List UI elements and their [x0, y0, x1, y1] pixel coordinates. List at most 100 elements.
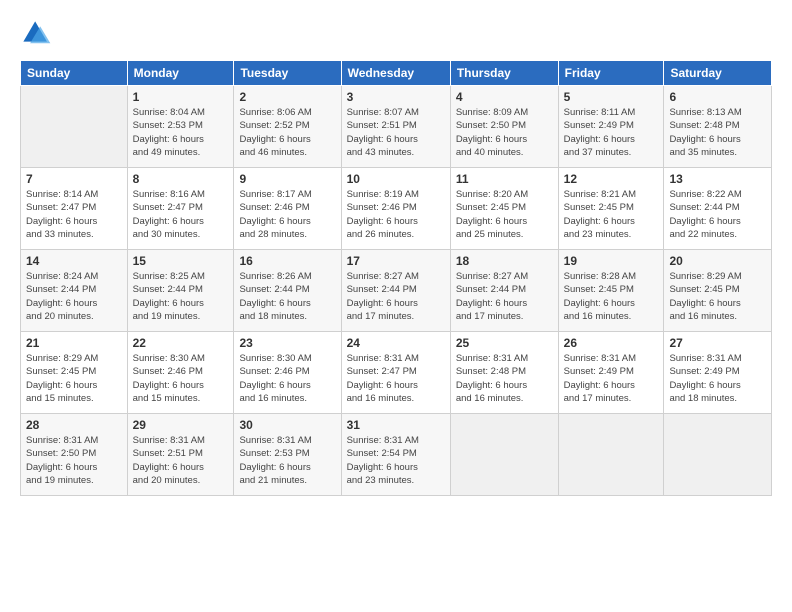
day-detail: Sunrise: 8:17 AMSunset: 2:46 PMDaylight:… [239, 188, 335, 241]
day-detail: Sunrise: 8:31 AMSunset: 2:49 PMDaylight:… [564, 352, 659, 405]
week-row-4: 21Sunrise: 8:29 AMSunset: 2:45 PMDayligh… [21, 332, 772, 414]
day-number: 30 [239, 418, 335, 432]
day-number: 18 [456, 254, 553, 268]
day-number: 6 [669, 90, 766, 104]
calendar-header: SundayMondayTuesdayWednesdayThursdayFrid… [21, 61, 772, 86]
day-number: 14 [26, 254, 122, 268]
calendar-cell: 16 Sunrise: 8:26 AMSunset: 2:44 PMDayligh… [234, 250, 341, 332]
day-detail: Sunrise: 8:26 AMSunset: 2:44 PMDaylight:… [239, 270, 335, 323]
week-row-1: 1 Sunrise: 8:04 AMSunset: 2:53 PMDaylight… [21, 86, 772, 168]
weekday-header-saturday: Saturday [664, 61, 772, 86]
day-number: 25 [456, 336, 553, 350]
day-detail: Sunrise: 8:29 AMSunset: 2:45 PMDaylight:… [669, 270, 766, 323]
day-detail: Sunrise: 8:07 AMSunset: 2:51 PMDaylight:… [347, 106, 445, 159]
calendar-cell: 19 Sunrise: 8:28 AMSunset: 2:45 PMDayligh… [558, 250, 664, 332]
day-number: 29 [133, 418, 229, 432]
calendar-table: SundayMondayTuesdayWednesdayThursdayFrid… [20, 60, 772, 496]
calendar-cell: 15 Sunrise: 8:25 AMSunset: 2:44 PMDayligh… [127, 250, 234, 332]
calendar-body: 1 Sunrise: 8:04 AMSunset: 2:53 PMDaylight… [21, 86, 772, 496]
day-number: 11 [456, 172, 553, 186]
calendar-cell: 1 Sunrise: 8:04 AMSunset: 2:53 PMDaylight… [127, 86, 234, 168]
day-detail: Sunrise: 8:28 AMSunset: 2:45 PMDaylight:… [564, 270, 659, 323]
day-number: 8 [133, 172, 229, 186]
weekday-header-thursday: Thursday [450, 61, 558, 86]
day-number: 2 [239, 90, 335, 104]
weekday-header-tuesday: Tuesday [234, 61, 341, 86]
day-number: 3 [347, 90, 445, 104]
calendar-cell: 6 Sunrise: 8:13 AMSunset: 2:48 PMDaylight… [664, 86, 772, 168]
day-detail: Sunrise: 8:31 AMSunset: 2:53 PMDaylight:… [239, 434, 335, 487]
day-number: 16 [239, 254, 335, 268]
day-detail: Sunrise: 8:20 AMSunset: 2:45 PMDaylight:… [456, 188, 553, 241]
day-detail: Sunrise: 8:30 AMSunset: 2:46 PMDaylight:… [239, 352, 335, 405]
day-detail: Sunrise: 8:31 AMSunset: 2:50 PMDaylight:… [26, 434, 122, 487]
calendar-cell: 4 Sunrise: 8:09 AMSunset: 2:50 PMDaylight… [450, 86, 558, 168]
calendar-cell [450, 414, 558, 496]
day-detail: Sunrise: 8:21 AMSunset: 2:45 PMDaylight:… [564, 188, 659, 241]
day-detail: Sunrise: 8:16 AMSunset: 2:47 PMDaylight:… [133, 188, 229, 241]
day-detail: Sunrise: 8:22 AMSunset: 2:44 PMDaylight:… [669, 188, 766, 241]
calendar-cell: 26 Sunrise: 8:31 AMSunset: 2:49 PMDayligh… [558, 332, 664, 414]
day-detail: Sunrise: 8:14 AMSunset: 2:47 PMDaylight:… [26, 188, 122, 241]
day-number: 13 [669, 172, 766, 186]
day-number: 9 [239, 172, 335, 186]
calendar-cell: 17Sunrise: 8:27 AMSunset: 2:44 PMDayligh… [341, 250, 450, 332]
day-detail: Sunrise: 8:11 AMSunset: 2:49 PMDaylight:… [564, 106, 659, 159]
calendar-cell: 24 Sunrise: 8:31 AMSunset: 2:47 PMDayligh… [341, 332, 450, 414]
day-detail: Sunrise: 8:30 AMSunset: 2:46 PMDaylight:… [133, 352, 229, 405]
weekday-header-friday: Friday [558, 61, 664, 86]
calendar-cell: 23 Sunrise: 8:30 AMSunset: 2:46 PMDayligh… [234, 332, 341, 414]
calendar-cell: 28Sunrise: 8:31 AMSunset: 2:50 PMDayligh… [21, 414, 128, 496]
weekday-header-sunday: Sunday [21, 61, 128, 86]
calendar-cell: 21Sunrise: 8:29 AMSunset: 2:45 PMDayligh… [21, 332, 128, 414]
day-number: 22 [133, 336, 229, 350]
day-detail: Sunrise: 8:31 AMSunset: 2:47 PMDaylight:… [347, 352, 445, 405]
week-row-5: 28Sunrise: 8:31 AMSunset: 2:50 PMDayligh… [21, 414, 772, 496]
day-detail: Sunrise: 8:31 AMSunset: 2:51 PMDaylight:… [133, 434, 229, 487]
day-number: 15 [133, 254, 229, 268]
calendar-cell: 31Sunrise: 8:31 AMSunset: 2:54 PMDayligh… [341, 414, 450, 496]
day-detail: Sunrise: 8:19 AMSunset: 2:46 PMDaylight:… [347, 188, 445, 241]
calendar-cell: 11 Sunrise: 8:20 AMSunset: 2:45 PMDayligh… [450, 168, 558, 250]
weekday-row: SundayMondayTuesdayWednesdayThursdayFrid… [21, 61, 772, 86]
calendar-cell [558, 414, 664, 496]
day-detail: Sunrise: 8:06 AMSunset: 2:52 PMDaylight:… [239, 106, 335, 159]
day-number: 1 [133, 90, 229, 104]
weekday-header-wednesday: Wednesday [341, 61, 450, 86]
day-number: 4 [456, 90, 553, 104]
logo-icon [20, 18, 52, 50]
calendar-cell [664, 414, 772, 496]
day-detail: Sunrise: 8:31 AMSunset: 2:54 PMDaylight:… [347, 434, 445, 487]
calendar-cell: 27Sunrise: 8:31 AMSunset: 2:49 PMDayligh… [664, 332, 772, 414]
day-detail: Sunrise: 8:13 AMSunset: 2:48 PMDaylight:… [669, 106, 766, 159]
day-detail: Sunrise: 8:27 AMSunset: 2:44 PMDaylight:… [456, 270, 553, 323]
calendar-cell: 7 Sunrise: 8:14 AMSunset: 2:47 PMDaylight… [21, 168, 128, 250]
day-number: 20 [669, 254, 766, 268]
day-number: 10 [347, 172, 445, 186]
calendar-cell: 22 Sunrise: 8:30 AMSunset: 2:46 PMDayligh… [127, 332, 234, 414]
day-number: 26 [564, 336, 659, 350]
day-number: 23 [239, 336, 335, 350]
day-detail: Sunrise: 8:09 AMSunset: 2:50 PMDaylight:… [456, 106, 553, 159]
calendar-cell: 18 Sunrise: 8:27 AMSunset: 2:44 PMDayligh… [450, 250, 558, 332]
day-number: 7 [26, 172, 122, 186]
page: SundayMondayTuesdayWednesdayThursdayFrid… [0, 0, 792, 612]
calendar-cell: 20 Sunrise: 8:29 AMSunset: 2:45 PMDayligh… [664, 250, 772, 332]
day-number: 19 [564, 254, 659, 268]
calendar-cell: 25 Sunrise: 8:31 AMSunset: 2:48 PMDayligh… [450, 332, 558, 414]
day-number: 21 [26, 336, 122, 350]
day-number: 24 [347, 336, 445, 350]
day-number: 5 [564, 90, 659, 104]
header [20, 18, 772, 50]
calendar-cell: 2 Sunrise: 8:06 AMSunset: 2:52 PMDaylight… [234, 86, 341, 168]
day-detail: Sunrise: 8:25 AMSunset: 2:44 PMDaylight:… [133, 270, 229, 323]
week-row-3: 14Sunrise: 8:24 AMSunset: 2:44 PMDayligh… [21, 250, 772, 332]
day-detail: Sunrise: 8:04 AMSunset: 2:53 PMDaylight:… [133, 106, 229, 159]
calendar-cell: 12Sunrise: 8:21 AMSunset: 2:45 PMDayligh… [558, 168, 664, 250]
calendar-cell: 29 Sunrise: 8:31 AMSunset: 2:51 PMDayligh… [127, 414, 234, 496]
calendar-cell: 5 Sunrise: 8:11 AMSunset: 2:49 PMDaylight… [558, 86, 664, 168]
day-detail: Sunrise: 8:31 AMSunset: 2:49 PMDaylight:… [669, 352, 766, 405]
day-number: 17 [347, 254, 445, 268]
day-detail: Sunrise: 8:31 AMSunset: 2:48 PMDaylight:… [456, 352, 553, 405]
calendar-cell: 10 Sunrise: 8:19 AMSunset: 2:46 PMDayligh… [341, 168, 450, 250]
